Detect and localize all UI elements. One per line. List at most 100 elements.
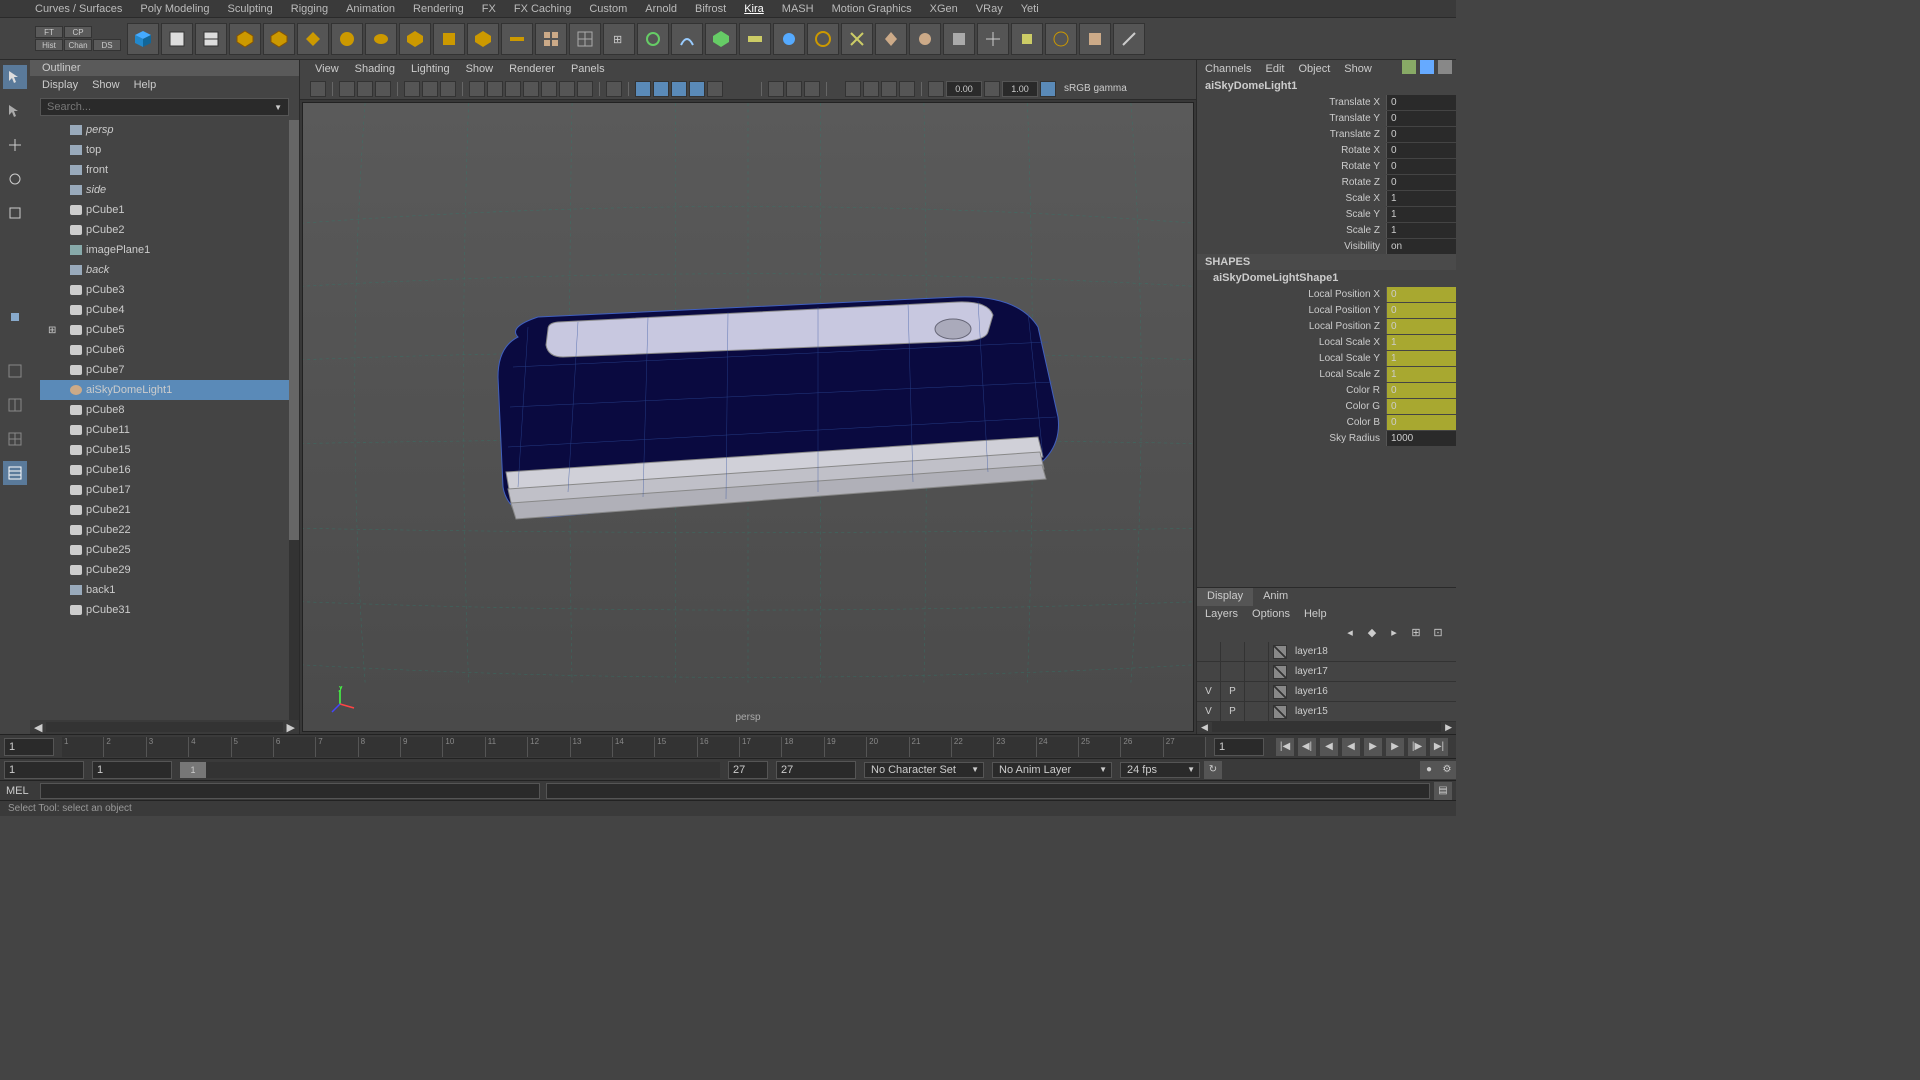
shelf-icon-25[interactable]: [943, 23, 975, 55]
ts-track[interactable]: 1234567891011121314151617181920212223242…: [62, 737, 1206, 757]
vp-menu-shading[interactable]: Shading: [355, 63, 395, 75]
cb-attr-scale-y[interactable]: Scale Y1: [1197, 206, 1456, 222]
layer-p-toggle[interactable]: P: [1221, 702, 1245, 721]
select-tool[interactable]: [3, 65, 27, 89]
rs-end[interactable]: 27: [776, 761, 856, 779]
shelf-icon-28[interactable]: [1045, 23, 1077, 55]
cb-tab-object[interactable]: Object: [1298, 63, 1330, 75]
cb-attr-value[interactable]: 0: [1386, 95, 1456, 110]
ts-go-end[interactable]: ▶|: [1430, 738, 1448, 756]
cb-attr-scale-z[interactable]: Scale Z1: [1197, 222, 1456, 238]
vp-btn-2[interactable]: [339, 81, 355, 97]
status-ds[interactable]: DS: [93, 39, 121, 51]
shelf-icon-4[interactable]: [229, 23, 261, 55]
outliner-item-pCube1[interactable]: pCube1: [40, 200, 289, 220]
layer-type-toggle[interactable]: [1245, 642, 1269, 661]
cb-attr-value[interactable]: 1: [1386, 223, 1456, 238]
shelf-tab-kira[interactable]: Kira: [744, 3, 764, 15]
vp-btn-19[interactable]: [689, 81, 705, 97]
ts-go-start[interactable]: |◀: [1276, 738, 1294, 756]
vp-menu-renderer[interactable]: Renderer: [509, 63, 555, 75]
layer-menu-options[interactable]: Options: [1252, 608, 1290, 620]
shelf-tab-curves-surfaces[interactable]: Curves / Surfaces: [35, 3, 122, 15]
cb-tab-edit[interactable]: Edit: [1265, 63, 1284, 75]
outliner-item-pCube25[interactable]: pCube25: [40, 540, 289, 560]
outliner-menu-show[interactable]: Show: [92, 79, 120, 91]
vp-btn-18[interactable]: [671, 81, 687, 97]
vp-btn-15[interactable]: [606, 81, 622, 97]
vp-btn-7[interactable]: [440, 81, 456, 97]
vp-colorspace[interactable]: sRGB gamma: [1064, 83, 1127, 94]
shelf-tab-vray[interactable]: VRay: [976, 3, 1003, 15]
vp-btn-29[interactable]: [984, 81, 1000, 97]
cb-attr-value[interactable]: 1000: [1386, 431, 1456, 446]
cb-attr-local-scale-y[interactable]: Local Scale Y1: [1197, 350, 1456, 366]
shelf-tab-poly-modeling[interactable]: Poly Modeling: [140, 3, 209, 15]
shelf-tab-rigging[interactable]: Rigging: [291, 3, 328, 15]
layer-v-toggle[interactable]: V: [1197, 702, 1221, 721]
outliner-item-pCube6[interactable]: pCube6: [40, 340, 289, 360]
vp-menu-panels[interactable]: Panels: [571, 63, 605, 75]
vp-menu-lighting[interactable]: Lighting: [411, 63, 450, 75]
cb-attr-value[interactable]: 1: [1386, 335, 1456, 350]
outliner-item-persp[interactable]: persp: [40, 120, 289, 140]
outliner-item-back[interactable]: back: [40, 260, 289, 280]
vp-btn-14[interactable]: [577, 81, 593, 97]
shelf-tab-xgen[interactable]: XGen: [930, 3, 958, 15]
layer-color-swatch[interactable]: [1273, 685, 1287, 699]
cb-attr-local-position-x[interactable]: Local Position X0: [1197, 286, 1456, 302]
vp-btn-10[interactable]: [505, 81, 521, 97]
layer-tab-anim[interactable]: Anim: [1253, 588, 1298, 606]
vp-btn-6[interactable]: [422, 81, 438, 97]
layer-scroll-left[interactable]: ◀: [1197, 722, 1212, 734]
vp-gamma[interactable]: 1.00: [1002, 81, 1038, 97]
cb-attr-translate-y[interactable]: Translate Y0: [1197, 110, 1456, 126]
vp-menu-view[interactable]: View: [315, 63, 339, 75]
outliner-item-pCube21[interactable]: pCube21: [40, 500, 289, 520]
outliner-search[interactable]: Search...: [40, 98, 289, 116]
shelf-tab-custom[interactable]: Custom: [589, 3, 627, 15]
outliner-item-pCube2[interactable]: pCube2: [40, 220, 289, 240]
rs-loop[interactable]: ↻: [1204, 761, 1222, 779]
layout-4[interactable]: [3, 461, 27, 485]
cb-attr-value[interactable]: 1: [1386, 191, 1456, 206]
rs-inner-start[interactable]: 1: [92, 761, 172, 779]
vp-btn-9[interactable]: [487, 81, 503, 97]
cb-attr-color-g[interactable]: Color G0: [1197, 398, 1456, 414]
cb-attr-color-r[interactable]: Color R0: [1197, 382, 1456, 398]
vp-btn-5[interactable]: [404, 81, 420, 97]
outliner-item-imagePlane1[interactable]: imagePlane1: [40, 240, 289, 260]
shelf-tab-yeti[interactable]: Yeti: [1021, 3, 1039, 15]
cb-attr-visibility[interactable]: Visibilityon: [1197, 238, 1456, 254]
layer-btn-2[interactable]: ◆: [1364, 624, 1380, 640]
vp-btn-23[interactable]: [804, 81, 820, 97]
vp-btn-20[interactable]: [707, 81, 723, 97]
cb-tab-show[interactable]: Show: [1344, 63, 1372, 75]
shelf-icon-3[interactable]: [195, 23, 227, 55]
shelf-icon-5[interactable]: [263, 23, 295, 55]
outliner-item-pCube22[interactable]: pCube22: [40, 520, 289, 540]
cb-attr-local-scale-z[interactable]: Local Scale Z1: [1197, 366, 1456, 382]
status-cp[interactable]: CP: [64, 26, 92, 38]
cb-attr-value[interactable]: 1: [1386, 351, 1456, 366]
outliner-item-front[interactable]: front: [40, 160, 289, 180]
status-ft[interactable]: FT: [35, 26, 63, 38]
ts-step-fwd-key[interactable]: |▶: [1408, 738, 1426, 756]
move-tool[interactable]: [3, 133, 27, 157]
rs-autokey[interactable]: ●: [1420, 761, 1438, 779]
outliner-item-side[interactable]: side: [40, 180, 289, 200]
layer-btn-5[interactable]: ⊡: [1430, 624, 1446, 640]
shelf-icon-15[interactable]: ⊞: [603, 23, 635, 55]
vp-btn-27[interactable]: [899, 81, 915, 97]
shelf-icon-10[interactable]: [433, 23, 465, 55]
vp-exposure[interactable]: 0.00: [946, 81, 982, 97]
layer-p-toggle[interactable]: [1221, 662, 1245, 681]
cb-attr-value[interactable]: 0: [1386, 127, 1456, 142]
vp-btn-26[interactable]: [881, 81, 897, 97]
cb-attr-scale-x[interactable]: Scale X1: [1197, 190, 1456, 206]
cb-icon-3[interactable]: [1438, 60, 1452, 74]
shelf-icon-30[interactable]: [1113, 23, 1145, 55]
shelf-tab-fx-caching[interactable]: FX Caching: [514, 3, 571, 15]
layer-color-swatch[interactable]: [1273, 645, 1287, 659]
outliner-item-pCube17[interactable]: pCube17: [40, 480, 289, 500]
